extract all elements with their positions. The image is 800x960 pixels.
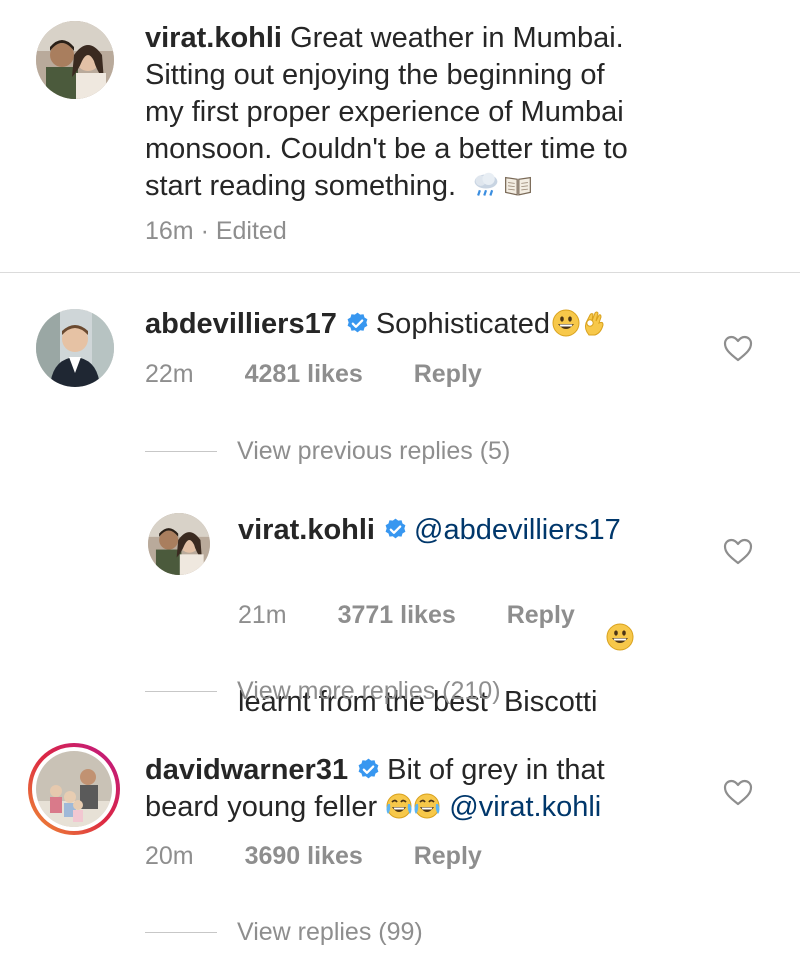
verified-badge-icon	[345, 311, 370, 336]
view-replies-label[interactable]: View previous replies (5)	[237, 437, 510, 466]
mention-abdevilliers17[interactable]: @abdevilliers17	[414, 514, 621, 546]
heart-outline-icon[interactable]	[723, 334, 753, 362]
avatar-virat-kohli[interactable]	[36, 21, 114, 99]
avatar-abdevilliers17[interactable]	[36, 309, 114, 387]
comment-abdevilliers17: abdevilliers17 Sophisticated 22m 4281 lik…	[0, 273, 800, 473]
comment-body: davidwarner31 Bit of grey in that beard y…	[145, 752, 715, 826]
reply-button[interactable]: Reply	[414, 359, 482, 389]
caption-username[interactable]: virat.kohli	[145, 22, 282, 54]
comment-username[interactable]: abdevilliers17	[145, 308, 337, 340]
reply-virat-kohli: virat.kohli @abdevilliers17 learnt from t…	[0, 500, 800, 718]
grinning-face-emoji	[606, 549, 634, 651]
cloud-rain-emoji	[472, 171, 504, 199]
tears-of-joy-emoji	[385, 792, 413, 820]
comment-body: abdevilliers17 Sophisticated	[145, 306, 715, 343]
view-previous-replies[interactable]: View previous replies (5)	[145, 436, 510, 466]
reply-button[interactable]: Reply	[507, 600, 575, 630]
caption-line-2: Sitting out enjoying the beginning of	[145, 59, 605, 91]
replies-line	[145, 931, 217, 933]
mention-virat-kohli[interactable]: @virat.kohli	[449, 791, 601, 823]
comment-meta: 22m 4281 likes Reply	[145, 359, 482, 389]
caption-line-3: my first proper experience of Mumbai	[145, 96, 624, 128]
comment-time: 20m	[145, 842, 194, 870]
avatar-image	[36, 309, 114, 387]
tears-of-joy-emoji	[413, 792, 441, 820]
comment-meta: 20m 3690 likes Reply	[145, 841, 482, 871]
comment-time: 22m	[145, 360, 194, 388]
reply-username[interactable]: virat.kohli	[238, 514, 375, 546]
view-more-replies[interactable]: View more replies (210)	[145, 676, 501, 706]
replies-line	[145, 450, 217, 452]
caption-line-4: monsoon. Couldn't be a better time to	[145, 133, 628, 165]
reply-meta: 21m 3771 likes Reply	[238, 600, 575, 630]
caption-line-5: start reading something.	[145, 170, 457, 202]
avatar-image	[28, 743, 120, 835]
reply-time: 21m	[238, 601, 287, 629]
caption-meta: 16m · Edited	[145, 217, 287, 245]
caption-block: virat.kohli Great weather in Mumbai. Sit…	[0, 0, 800, 272]
comment-likes[interactable]: 4281 likes	[245, 359, 363, 389]
comment-username[interactable]: davidwarner31	[145, 754, 348, 786]
comment-text: Sophisticated	[375, 308, 550, 340]
caption-text: virat.kohli Great weather in Mumbai. Sit…	[145, 20, 785, 205]
ok-hand-emoji	[580, 309, 606, 337]
view-replies-label[interactable]: View replies (99)	[237, 918, 423, 947]
avatar-image	[148, 513, 210, 575]
comment-davidwarner31: davidwarner31 Bit of grey in that beard y…	[0, 735, 800, 960]
heart-outline-icon[interactable]	[723, 778, 753, 806]
avatar-virat-kohli-reply[interactable]	[148, 513, 210, 575]
reply-likes[interactable]: 3771 likes	[338, 600, 456, 630]
avatar-image	[36, 21, 114, 99]
view-replies-label[interactable]: View more replies (210)	[237, 677, 501, 706]
grinning-face-emoji	[552, 309, 580, 337]
reply-button[interactable]: Reply	[414, 841, 482, 871]
comment-likes[interactable]: 3690 likes	[245, 841, 363, 871]
view-replies[interactable]: View replies (99)	[145, 917, 423, 947]
avatar-davidwarner31[interactable]	[26, 741, 122, 837]
heart-outline-icon[interactable]	[723, 537, 753, 565]
verified-badge-icon	[356, 757, 381, 782]
replies-line	[145, 690, 217, 692]
comment-text-line-1: Bit of grey in that	[387, 754, 605, 786]
verified-badge-icon	[383, 517, 408, 542]
comment-text-line-2: beard young feller	[145, 791, 378, 823]
caption-line-1: Great weather in Mumbai.	[290, 22, 624, 54]
open-book-emoji	[504, 171, 538, 199]
